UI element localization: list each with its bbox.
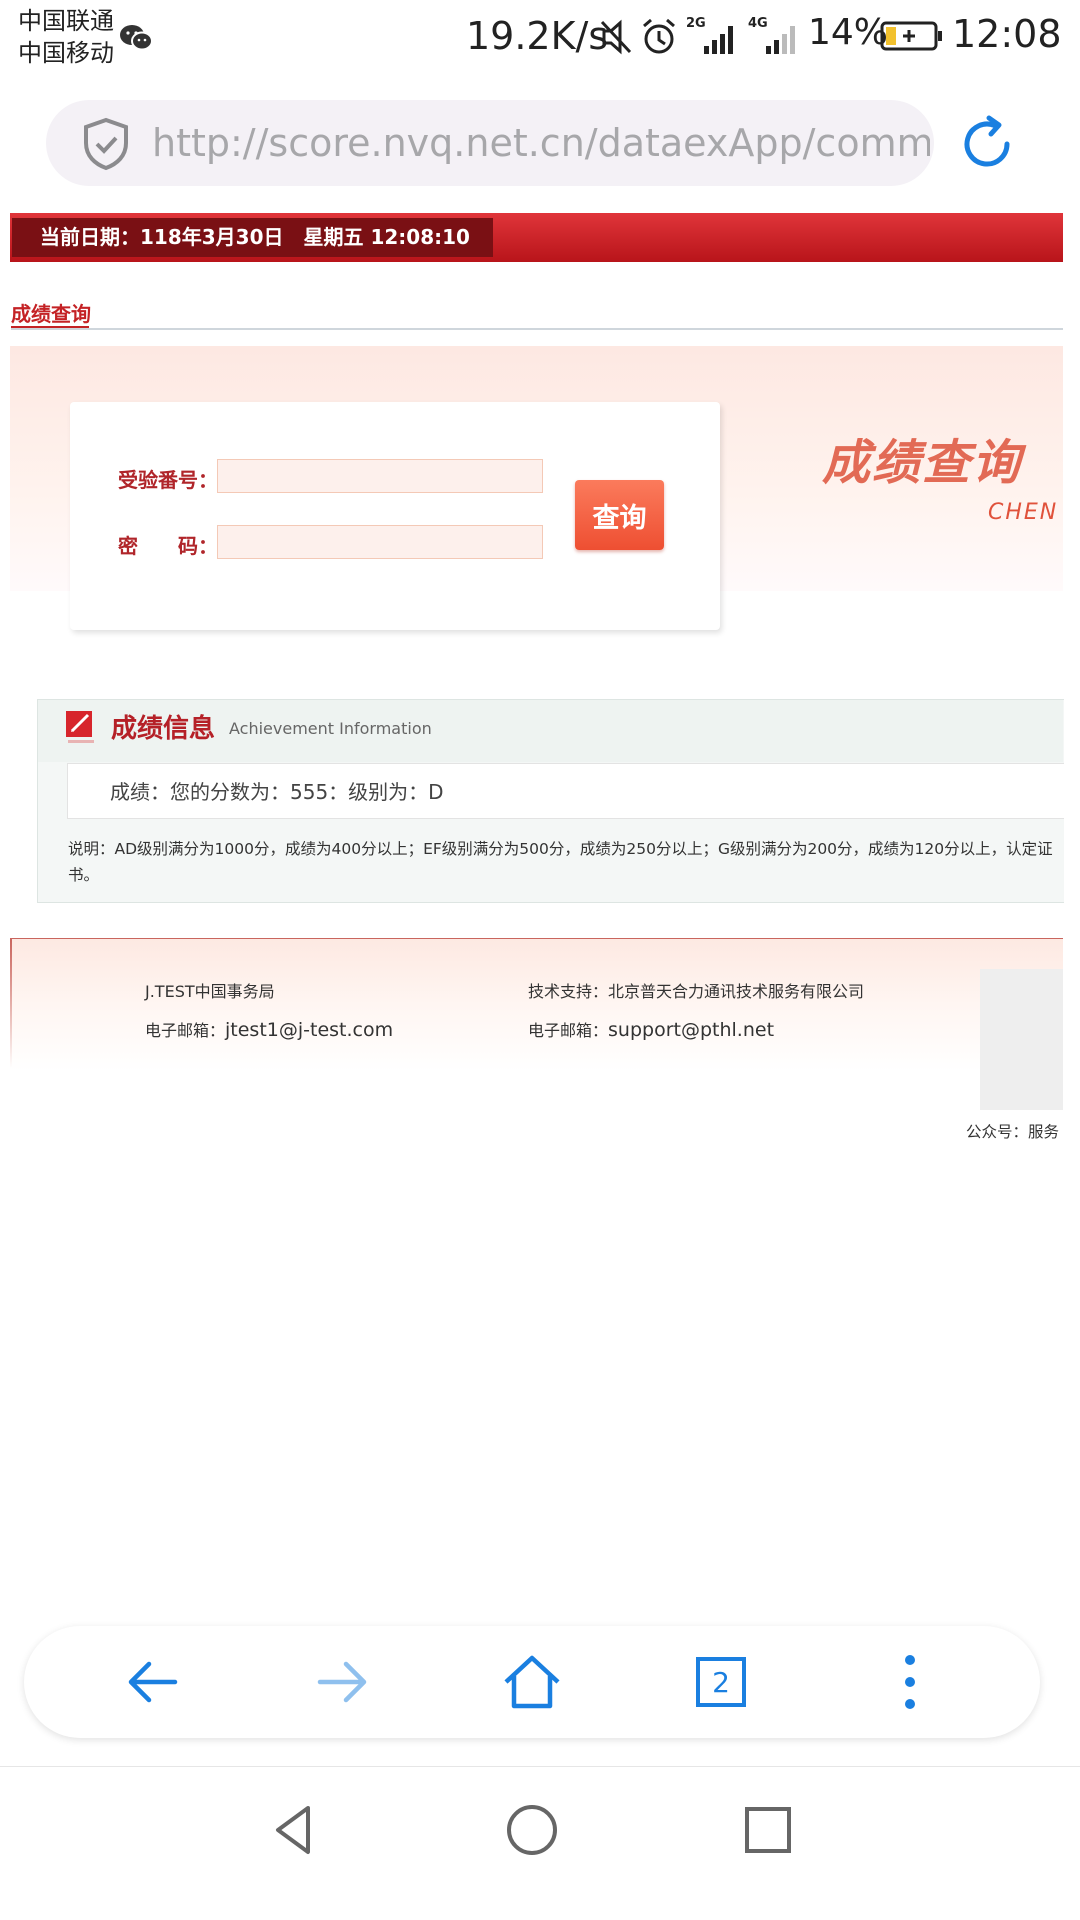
current-date: 当前日期：118年3月30日 星期五 12:08:10 [40, 225, 470, 249]
tab-count: 2 [696, 1657, 746, 1707]
battery-percent: 14% [808, 12, 889, 53]
score-info-title: 成绩信息 [111, 714, 216, 744]
tab-divider [11, 328, 1063, 330]
footer-email-link-1[interactable]: jtest1@j-test.com [225, 1019, 393, 1041]
footer-org: J.TEST中国事务局 [145, 982, 275, 1001]
score-result: 成绩：您的分数为：555：级别为：D [110, 780, 444, 804]
signal-icon [704, 26, 733, 54]
page-footer [10, 938, 1063, 1071]
banner-title: 成绩查询 [822, 435, 1023, 491]
home-icon [504, 1655, 560, 1709]
footer-edge [10, 938, 12, 1068]
footer-email-1: 电子邮箱：jtest1@j-test.com [145, 1017, 393, 1041]
tab-underline [11, 326, 89, 328]
url-text[interactable]: http://score.nvq.net.cn/dataexApp/comman… [152, 118, 930, 168]
network-speed: 19.2K/s [466, 14, 609, 58]
footer-support-value: 北京普天合力通讯技术服务有限公司 [608, 982, 865, 1001]
score-note: 说明：AD级别满分为1000分，成绩为400分以上；EF级别满分为500分，成绩… [68, 840, 1053, 884]
square-recents-icon [745, 1807, 791, 1853]
battery-icon [880, 21, 942, 51]
reload-icon[interactable] [955, 112, 1019, 176]
exam-number-label: 受验番号： [118, 468, 218, 492]
more-vertical-icon [905, 1655, 915, 1709]
tabs-button[interactable]: 2 [685, 1646, 757, 1718]
circle-home-icon [507, 1805, 557, 1855]
footer-email-label-2: 电子邮箱： [528, 1021, 609, 1040]
password-input[interactable] [217, 525, 543, 559]
score-info-title-en: Achievement Information [229, 719, 432, 738]
system-back-button[interactable] [258, 1794, 330, 1866]
mute-icon [600, 19, 632, 55]
shield-icon[interactable] [80, 116, 132, 172]
menu-button[interactable] [874, 1646, 946, 1718]
tab-score-query[interactable]: 成绩查询 [11, 298, 91, 327]
forward-button[interactable] [306, 1646, 378, 1718]
qr-code [980, 969, 1063, 1110]
wechat-icon [120, 25, 153, 51]
edit-note-icon [66, 711, 94, 743]
query-button[interactable]: 查询 [575, 480, 664, 550]
carrier-1: 中国联通 [18, 7, 114, 35]
clock: 12:08 [952, 12, 1062, 56]
triangle-back-icon [276, 1806, 310, 1854]
alarm-icon [643, 18, 675, 54]
system-nav-divider [0, 1766, 1080, 1767]
password-label: 密 码： [118, 534, 218, 558]
system-recents-button[interactable] [732, 1794, 804, 1866]
qr-caption: 公众号：服务 [966, 1123, 1060, 1141]
exam-number-input[interactable] [217, 459, 543, 493]
footer-email-2: 电子邮箱：support@pthl.net [528, 1017, 774, 1041]
footer-support-label: 技术支持： [528, 982, 609, 1001]
footer-support: 技术支持：北京普天合力通讯技术服务有限公司 [528, 978, 864, 1002]
home-button[interactable] [496, 1646, 568, 1718]
system-home-button[interactable] [496, 1794, 568, 1866]
arrow-right-icon [317, 1661, 367, 1703]
banner-subtitle: CHEN [988, 500, 1059, 525]
footer-email-link-2[interactable]: support@pthl.net [608, 1019, 774, 1041]
arrow-left-icon [128, 1661, 178, 1703]
signal-icon-2 [766, 26, 795, 54]
carrier-2: 中国移动 [18, 39, 114, 67]
footer-email-label-1: 电子邮箱： [145, 1021, 226, 1040]
back-button[interactable] [117, 1646, 189, 1718]
